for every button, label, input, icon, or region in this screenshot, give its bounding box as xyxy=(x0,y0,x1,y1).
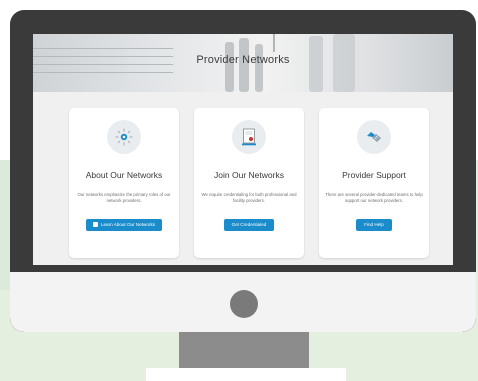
page-title: Provider Networks xyxy=(196,54,290,66)
button-label: Learn About Our Networks xyxy=(100,222,156,227)
book-icon xyxy=(92,222,98,227)
card-description: Our networks emphasize the primary roles… xyxy=(77,192,171,203)
button-label: Get Credentialed xyxy=(231,222,267,227)
banner-decor xyxy=(33,48,173,49)
banner-decor xyxy=(273,34,275,52)
card-icon-circle xyxy=(232,120,266,154)
certificate-icon xyxy=(242,128,256,146)
card-title: Provider Support xyxy=(342,170,406,180)
network-icon xyxy=(115,128,133,146)
card-description: We require credentialing for both profes… xyxy=(201,192,297,203)
power-button xyxy=(230,290,258,318)
handshake-icon xyxy=(367,132,381,142)
card-icon-circle xyxy=(357,120,391,154)
card-description: There are several provider-dedicated tea… xyxy=(325,192,423,203)
hero-banner: Provider Networks xyxy=(33,34,453,92)
banner-decor xyxy=(33,72,173,73)
card-title: Join Our Networks xyxy=(214,170,284,180)
card-row: About Our Networks Our networks emphasiz… xyxy=(69,108,429,265)
banner-decor xyxy=(225,42,234,92)
button-label: Find Help xyxy=(364,222,384,227)
find-help-button[interactable]: Find Help xyxy=(356,219,392,231)
learn-about-networks-button[interactable]: Learn About Our Networks xyxy=(86,219,162,231)
card-about-networks: About Our Networks Our networks emphasiz… xyxy=(69,108,179,258)
banner-decor xyxy=(255,44,263,92)
monitor-chin xyxy=(10,272,476,332)
card-icon-circle xyxy=(107,120,141,154)
card-join-networks: Join Our Networks We require credentiali… xyxy=(194,108,304,258)
card-provider-support: Provider Support There are several provi… xyxy=(319,108,429,258)
monitor-screen: Provider Networks About Our Networks Our… xyxy=(33,34,453,265)
get-credentialed-button[interactable]: Get Credentialed xyxy=(224,219,274,231)
monitor-frame: Provider Networks About Our Networks Our… xyxy=(10,10,476,332)
monitor-stand xyxy=(179,330,309,370)
card-title: About Our Networks xyxy=(85,170,163,180)
monitor-stand-base xyxy=(146,368,346,381)
